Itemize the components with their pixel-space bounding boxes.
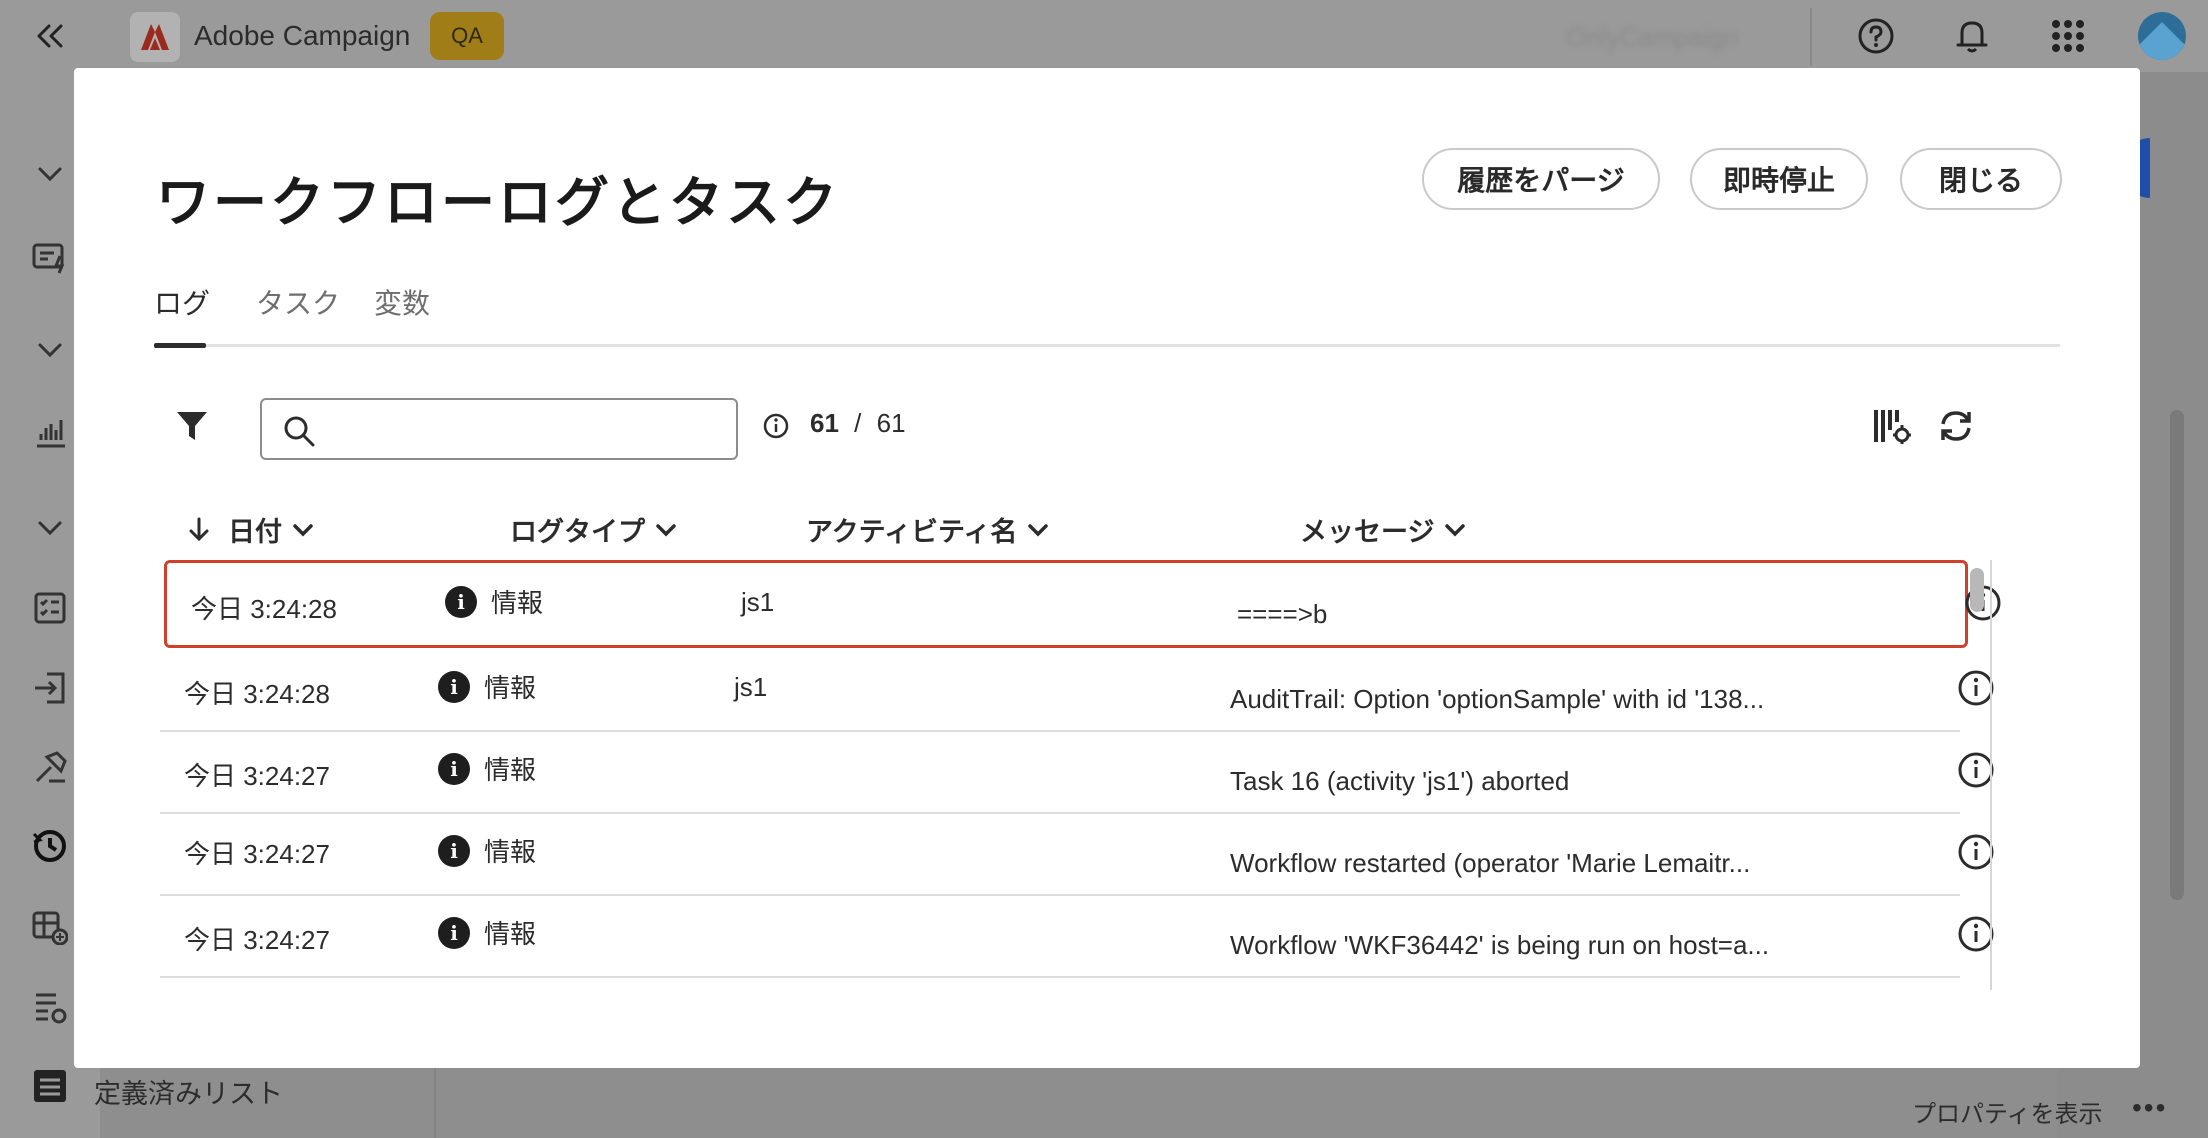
chevron-down-icon[interactable] bbox=[28, 506, 72, 550]
reports-icon[interactable] bbox=[28, 410, 72, 454]
row-activity: js1 bbox=[734, 672, 768, 702]
org-switcher[interactable]: OnlyCampaign bbox=[1566, 22, 1738, 53]
modal-title: ワークフローログとタスク bbox=[156, 173, 840, 233]
env-badge: QA bbox=[430, 12, 504, 60]
info-icon: i bbox=[438, 752, 470, 785]
search-field[interactable] bbox=[260, 398, 738, 460]
add-table-icon[interactable] bbox=[28, 906, 72, 950]
info-icon[interactable] bbox=[762, 412, 790, 440]
row-date: 今日 3:24:27 bbox=[184, 761, 330, 791]
column-settings-icon[interactable] bbox=[1868, 402, 1916, 450]
row-log-type-label: 情報 bbox=[484, 919, 537, 949]
chevron-down-icon[interactable] bbox=[655, 523, 677, 537]
hammer-icon[interactable] bbox=[28, 746, 72, 790]
table-row[interactable]: 今日 3:24:28 i 情報 js1 AuditTrail: Option '… bbox=[160, 650, 1994, 732]
page-scrollbar[interactable] bbox=[2170, 410, 2184, 900]
result-count-total: 61 bbox=[876, 408, 906, 438]
chevron-down-icon[interactable] bbox=[28, 328, 72, 372]
row-message: Task 16 (activity 'js1') aborted bbox=[1230, 766, 1570, 796]
tab-log[interactable]: ログ bbox=[154, 282, 210, 322]
chevron-down-icon[interactable] bbox=[1027, 523, 1049, 537]
bell-icon[interactable] bbox=[1950, 14, 1994, 58]
row-message: Workflow restarted (operator 'Marie Lema… bbox=[1230, 848, 1751, 878]
row-log-type: i 情報 bbox=[445, 583, 543, 620]
table-row[interactable]: 今日 3:24:27 i 情報 Task 16 (activity 'js1')… bbox=[160, 732, 1994, 814]
log-table: 今日 3:24:28 i 情報 js1 ====>b 今日 3:24:28 i … bbox=[160, 560, 2018, 990]
row-date: 今日 3:24:28 bbox=[184, 679, 330, 709]
filter-icon[interactable] bbox=[170, 404, 214, 448]
tab-bar: ログ タスク 変数 bbox=[154, 282, 2060, 416]
table-row[interactable]: 今日 3:24:27 i 情報 Workflow 'WKF36442' is b… bbox=[160, 896, 1994, 978]
column-date[interactable]: 日付 bbox=[188, 510, 314, 549]
chevron-down-icon[interactable] bbox=[292, 523, 314, 537]
more-icon[interactable]: ••• bbox=[2132, 1092, 2167, 1124]
tab-divider bbox=[154, 344, 2060, 347]
table-scrollbar[interactable] bbox=[1970, 568, 1984, 612]
tab-variables[interactable]: 変数 bbox=[374, 282, 430, 322]
column-log-type[interactable]: ログタイプ bbox=[510, 510, 677, 549]
sidebar-item-predefined-lists[interactable]: 定義済みリスト bbox=[94, 1072, 283, 1111]
column-message[interactable]: メッセージ bbox=[1300, 510, 1466, 549]
table-row[interactable]: 今日 3:24:28 i 情報 js1 ====>b bbox=[164, 560, 2001, 648]
user-avatar[interactable] bbox=[2138, 12, 2186, 60]
row-log-type: i 情報 bbox=[438, 750, 536, 787]
import-icon[interactable] bbox=[28, 666, 72, 710]
result-count-separator: / bbox=[854, 408, 862, 438]
workflow-log-modal: ワークフローログとタスク 履歴をパージ 即時停止 閉じる ログ タスク 変数 6… bbox=[74, 68, 2140, 1068]
collapse-nav-icon[interactable] bbox=[30, 16, 70, 56]
purge-history-button[interactable]: 履歴をパージ bbox=[1422, 148, 1660, 210]
row-message: Workflow 'WKF36442' is being run on host… bbox=[1230, 930, 1770, 960]
show-properties-link[interactable]: プロパティを表示 bbox=[1912, 1094, 2103, 1129]
result-count: 61 / 61 bbox=[810, 408, 906, 439]
row-log-type-label: 情報 bbox=[484, 673, 537, 703]
info-icon: i bbox=[438, 834, 470, 867]
row-log-type-label: 情報 bbox=[491, 588, 544, 618]
column-message-label: メッセージ bbox=[1300, 517, 1435, 547]
column-date-label: 日付 bbox=[228, 517, 282, 547]
info-icon: i bbox=[438, 670, 470, 703]
checklist-icon[interactable] bbox=[28, 586, 72, 630]
column-activity[interactable]: アクティビティ名 bbox=[806, 510, 1049, 549]
refresh-icon[interactable] bbox=[1932, 402, 1980, 450]
active-tab-indicator bbox=[154, 343, 206, 348]
row-log-type-label: 情報 bbox=[484, 755, 537, 785]
table-border bbox=[1990, 560, 1992, 990]
adobe-logo-icon[interactable] bbox=[130, 12, 180, 62]
chevron-down-icon[interactable] bbox=[28, 152, 72, 196]
stop-now-button[interactable]: 即時停止 bbox=[1690, 148, 1868, 210]
row-date: 今日 3:24:27 bbox=[184, 839, 330, 869]
app-name[interactable]: Adobe Campaign bbox=[194, 20, 410, 52]
workflow-history-icon[interactable] bbox=[28, 824, 72, 868]
column-activity-label: アクティビティ名 bbox=[806, 517, 1018, 547]
search-icon bbox=[284, 416, 315, 447]
row-message: ====>b bbox=[1237, 599, 1328, 629]
column-log-type-label: ログタイプ bbox=[510, 517, 645, 547]
tab-tasks[interactable]: タスク bbox=[256, 282, 340, 322]
campaign-icon[interactable] bbox=[28, 236, 72, 280]
help-icon[interactable] bbox=[1854, 14, 1898, 58]
row-message: AuditTrail: Option 'optionSample' with i… bbox=[1230, 684, 1765, 714]
settings-list-icon[interactable] bbox=[28, 986, 72, 1030]
result-count-shown: 61 bbox=[810, 408, 839, 438]
close-button[interactable]: 閉じる bbox=[1900, 148, 2062, 210]
info-icon: i bbox=[445, 585, 477, 618]
header-divider bbox=[1810, 8, 1812, 66]
info-icon: i bbox=[438, 916, 470, 949]
row-log-type: i 情報 bbox=[438, 832, 536, 869]
table-row[interactable]: 今日 3:24:27 i 情報 Workflow restarted (oper… bbox=[160, 814, 1994, 896]
row-log-type: i 情報 bbox=[438, 914, 536, 951]
row-date: 今日 3:24:27 bbox=[184, 925, 330, 955]
arrow-down-icon bbox=[189, 517, 209, 541]
search-input[interactable] bbox=[332, 408, 726, 454]
app-grid-icon[interactable] bbox=[2046, 14, 2090, 58]
row-activity: js1 bbox=[741, 587, 775, 617]
row-date: 今日 3:24:28 bbox=[191, 594, 337, 624]
predefined-list-icon[interactable] bbox=[28, 1064, 72, 1108]
row-log-type: i 情報 bbox=[438, 668, 536, 705]
row-log-type-label: 情報 bbox=[484, 837, 537, 867]
chevron-down-icon[interactable] bbox=[1444, 523, 1466, 537]
